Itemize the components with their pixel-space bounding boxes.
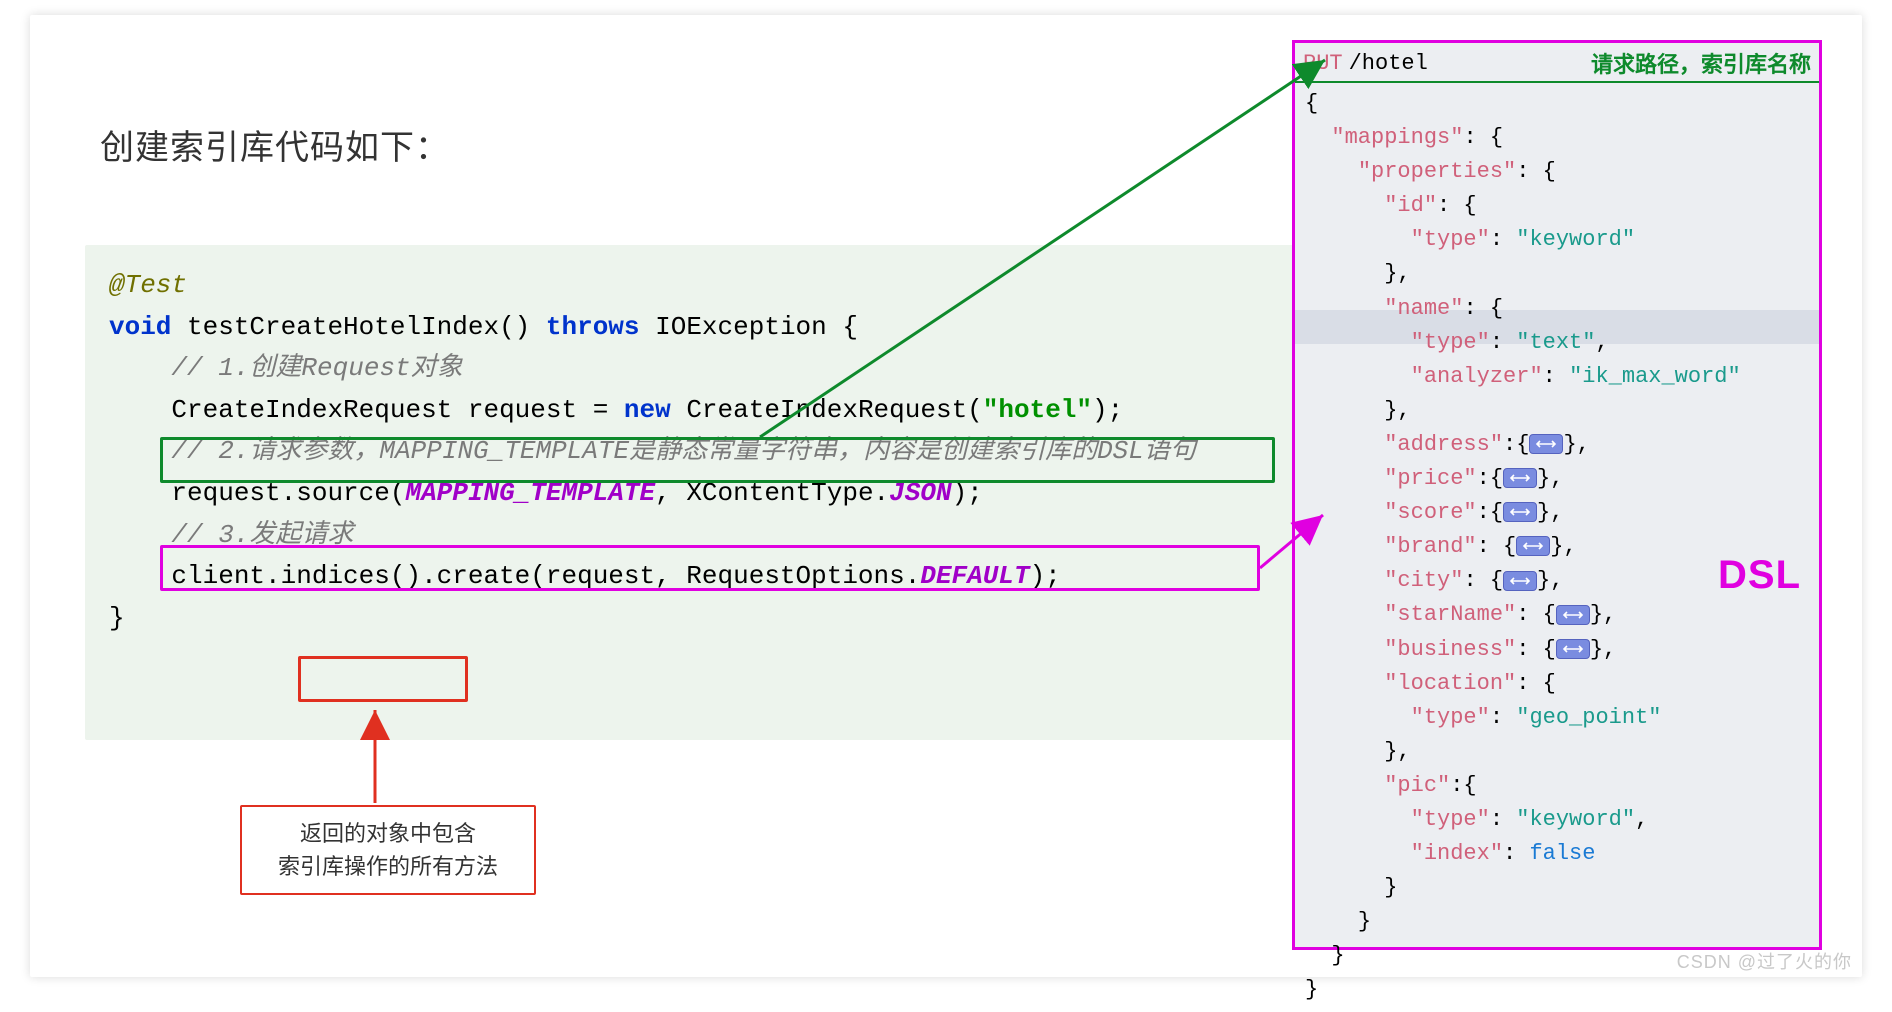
- callout-line2: 索引库操作的所有方法: [258, 850, 518, 883]
- kw-new: new: [624, 395, 671, 425]
- annotation-test: @Test: [109, 270, 187, 300]
- fn-name: testCreateHotelIndex(): [171, 312, 545, 342]
- v-keyword-1: "keyword": [1516, 227, 1635, 252]
- k-starname: "starName": [1384, 602, 1516, 627]
- http-path: /hotel: [1349, 51, 1428, 76]
- k-name: "name": [1384, 296, 1463, 321]
- dsl-header-note: 请求路径，索引库名称: [1591, 47, 1811, 79]
- line1a: CreateIndexRequest request =: [171, 395, 623, 425]
- fold-icon[interactable]: [1529, 434, 1563, 454]
- v-false: false: [1529, 841, 1595, 866]
- k-properties: "properties": [1358, 159, 1516, 184]
- highlight-create-request: [160, 437, 1275, 483]
- fold-icon[interactable]: [1503, 468, 1537, 488]
- line1c: );: [1092, 395, 1123, 425]
- k-type-4: "type": [1411, 807, 1490, 832]
- java-code-block: @Test void testCreateHotelIndex() throws…: [85, 245, 1345, 740]
- k-business: "business": [1384, 637, 1516, 662]
- k-id: "id": [1384, 193, 1437, 218]
- k-mappings: "mappings": [1331, 125, 1463, 150]
- k-type-3: "type": [1411, 705, 1490, 730]
- close-brace: }: [109, 603, 125, 633]
- k-brand: "brand": [1384, 534, 1476, 559]
- document-stage: 创建索引库代码如下： @Test void testCreateHotelInd…: [0, 0, 1892, 992]
- k-index: "index": [1411, 841, 1503, 866]
- k-location: "location": [1384, 671, 1516, 696]
- dsl-json-body: { "mappings": { "properties": { "id": { …: [1295, 83, 1819, 1012]
- k-city: "city": [1384, 568, 1463, 593]
- fold-icon[interactable]: [1503, 571, 1537, 591]
- k-pic: "pic": [1384, 773, 1450, 798]
- http-method: PUT: [1303, 51, 1343, 76]
- string-hotel: "hotel": [983, 395, 1092, 425]
- fold-icon[interactable]: [1556, 605, 1590, 625]
- line1b: CreateIndexRequest(: [671, 395, 983, 425]
- exception: IOException {: [640, 312, 858, 342]
- highlight-indices: [298, 656, 468, 702]
- slide-canvas: 创建索引库代码如下： @Test void testCreateHotelInd…: [30, 15, 1862, 977]
- dsl-request-line: PUT /hotel 请求路径，索引库名称: [1295, 43, 1819, 81]
- k-type-2: "type": [1411, 330, 1490, 355]
- fold-icon[interactable]: [1516, 536, 1550, 556]
- v-ik: "ik_max_word": [1569, 364, 1741, 389]
- highlight-source-call: [160, 545, 1260, 591]
- v-geo: "geo_point": [1516, 705, 1661, 730]
- callout-indices: 返回的对象中包含 索引库操作的所有方法: [240, 805, 536, 895]
- v-text: "text": [1516, 330, 1595, 355]
- k-type-1: "type": [1411, 227, 1490, 252]
- slide-title: 创建索引库代码如下：: [100, 120, 450, 169]
- callout-line1: 返回的对象中包含: [258, 817, 518, 850]
- watermark: CSDN @过了火的你: [1677, 948, 1852, 974]
- k-address: "address": [1384, 432, 1503, 457]
- fold-icon[interactable]: [1503, 502, 1537, 522]
- comment-1: // 1.创建Request对象: [171, 353, 462, 383]
- k-score: "score": [1384, 500, 1476, 525]
- k-analyzer: "analyzer": [1411, 364, 1543, 389]
- fold-icon[interactable]: [1556, 639, 1590, 659]
- k-price: "price": [1384, 466, 1476, 491]
- v-keyword-2: "keyword": [1516, 807, 1635, 832]
- dsl-panel: PUT /hotel 请求路径，索引库名称 { "mappings": { "p…: [1292, 40, 1822, 950]
- kw-throws: throws: [546, 312, 640, 342]
- dsl-big-label: DSL: [1718, 553, 1801, 598]
- kw-void: void: [109, 312, 171, 342]
